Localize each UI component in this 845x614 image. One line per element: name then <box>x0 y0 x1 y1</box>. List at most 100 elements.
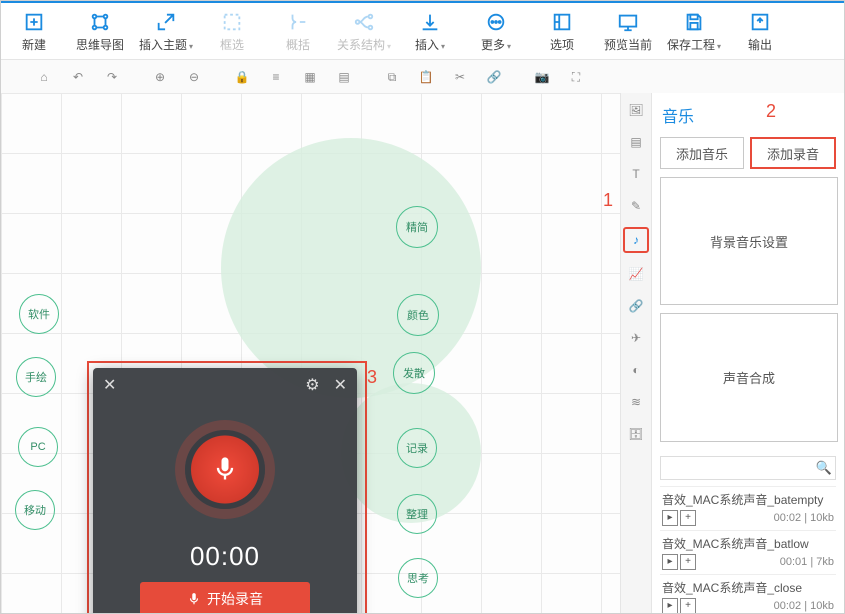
mic-icon <box>185 430 265 509</box>
home-button[interactable]: ⌂ <box>29 64 59 90</box>
paste-icon: 📋 <box>419 70 434 84</box>
mindmap-node[interactable]: 手绘 <box>16 357 56 397</box>
side-chart-tab[interactable]: 📈 <box>625 263 647 285</box>
undo-icon: ↶ <box>73 70 83 84</box>
relation-icon <box>352 10 376 34</box>
ribbon-save[interactable]: 保存工程▾ <box>661 3 727 59</box>
redo-icon: ↷ <box>107 70 117 84</box>
ribbon-new[interactable]: 新建 <box>1 3 67 59</box>
mindmap-icon <box>88 10 112 34</box>
side-music-tab[interactable]: ♪ <box>623 227 649 253</box>
recorder-timer: 00:00 <box>190 541 260 572</box>
ribbon-preview[interactable]: 预览当前 <box>595 3 661 59</box>
fullscreen-button[interactable]: ⛶ <box>561 64 591 90</box>
cut-icon: ✂ <box>455 70 465 84</box>
home-icon: ⌂ <box>40 70 47 84</box>
copy-button[interactable]: ⧉ <box>377 64 407 90</box>
lock-icon: 🔒 <box>235 70 250 84</box>
bg-music-setting-button[interactable]: 背景音乐设置 <box>660 177 838 305</box>
lock-button[interactable]: 🔒 <box>227 64 257 90</box>
canvas[interactable]: 精简颜色发散记录整理思考 软件手绘 PC 移动 ✕ ⚙ ✕ 00:00 开始录音 <box>1 93 620 613</box>
ribbon-marquee: 框选 <box>199 3 265 59</box>
grid-button[interactable]: ▦ <box>295 64 325 90</box>
side-style-tab[interactable]: ✎ <box>625 195 647 217</box>
zoom-out-button[interactable]: ⊖ <box>179 64 209 90</box>
side-text-tab[interactable]: T <box>625 163 647 185</box>
image-icon: 🖼 <box>628 103 643 117</box>
close-icon[interactable]: ✕ <box>334 375 347 395</box>
zoom-in-button[interactable]: ⊕ <box>145 64 175 90</box>
ribbon-insert2[interactable]: 插入▾ <box>397 3 463 59</box>
gear-icon[interactable]: ⚙ <box>305 375 319 395</box>
add-icon[interactable]: + <box>680 598 696 613</box>
ribbon-relation: 关系结构▾ <box>331 3 397 59</box>
sound-synth-button[interactable]: 声音合成 <box>660 313 838 441</box>
start-record-label: 开始录音 <box>207 589 263 609</box>
add-icon[interactable]: + <box>680 554 696 570</box>
mindmap-node[interactable]: 整理 <box>397 494 437 534</box>
send-icon: ✈ <box>631 331 641 345</box>
side-disc-tab[interactable]: ◐ <box>625 359 647 381</box>
style-icon: ✎ <box>631 199 641 213</box>
close-icon[interactable]: ✕ <box>103 375 116 395</box>
ribbon-summary: 概括 <box>265 3 331 59</box>
preview-icon <box>616 10 640 34</box>
sound-row[interactable]: 音效_MAC系统声音_batempty▸+00:02 | 10kb <box>660 487 836 531</box>
paste-button[interactable]: 📋 <box>411 64 441 90</box>
zoom-out-icon: ⊖ <box>189 70 199 84</box>
align-button[interactable]: ≡ <box>261 64 291 90</box>
side-image-tab[interactable]: 🖼 <box>625 99 647 121</box>
side-send-tab[interactable]: ✈ <box>625 327 647 349</box>
mindmap-node[interactable]: 发散 <box>393 352 435 394</box>
mindmap-node[interactable]: 移动 <box>15 490 55 530</box>
ribbon-mindmap[interactable]: 思维导图 <box>67 3 133 59</box>
side-link-tab[interactable]: 🔗 <box>625 295 647 317</box>
side-layers-tab[interactable]: ≋ <box>625 391 647 413</box>
layers-icon: ≋ <box>631 395 641 409</box>
mindmap-node[interactable]: PC <box>18 427 58 467</box>
link-icon: 🔗 <box>487 70 502 84</box>
add-music-button[interactable]: 添加音乐 <box>660 137 744 169</box>
undo-button[interactable]: ↶ <box>63 64 93 90</box>
sound-search-input[interactable] <box>660 456 836 480</box>
sound-row[interactable]: 音效_MAC系统声音_batlow▸+00:01 | 7kb <box>660 531 836 575</box>
redo-button[interactable]: ↷ <box>97 64 127 90</box>
ribbon-more[interactable]: 更多▾ <box>463 3 529 59</box>
side-db-tab[interactable]: 🗄 <box>625 423 647 445</box>
mindmap-node[interactable]: 软件 <box>19 294 59 334</box>
options-icon <box>550 10 574 34</box>
camera-button[interactable]: 📷 <box>527 64 557 90</box>
search-icon[interactable]: 🔍 <box>816 460 832 476</box>
layers-button[interactable]: ▤ <box>329 64 359 90</box>
mindmap-node[interactable]: 思考 <box>398 558 438 598</box>
panel-title: 音乐 <box>662 103 836 127</box>
copy-icon: ⧉ <box>388 70 397 85</box>
play-icon[interactable]: ▸ <box>662 510 678 526</box>
side-page-tab[interactable]: ▤ <box>625 131 647 153</box>
fullscreen-icon: ⛶ <box>572 70 580 85</box>
ribbon-export[interactable]: 输出 <box>727 3 793 59</box>
add-record-button[interactable]: 添加录音 <box>750 137 836 169</box>
sound-meta: 00:02 | 10kb <box>774 512 834 524</box>
add-icon[interactable]: + <box>680 510 696 526</box>
play-icon[interactable]: ▸ <box>662 598 678 613</box>
insert-icon <box>154 10 178 34</box>
save-icon <box>682 10 706 34</box>
page-icon: ▤ <box>630 135 641 149</box>
mindmap-node[interactable]: 记录 <box>397 428 437 468</box>
sound-name: 音效_MAC系统声音_close <box>662 579 834 596</box>
mindmap-node[interactable]: 颜色 <box>397 294 439 336</box>
sound-row[interactable]: 音效_MAC系统声音_close ▸+00:02 | 10kb <box>660 575 836 613</box>
camera-icon: 📷 <box>535 70 550 84</box>
sound-meta: 00:02 | 10kb <box>774 600 834 612</box>
mindmap-node[interactable]: 精简 <box>396 206 438 248</box>
chart-icon: 📈 <box>629 267 644 281</box>
link-button[interactable]: 🔗 <box>479 64 509 90</box>
ribbon-insert[interactable]: 插入主题▾ <box>133 3 199 59</box>
ribbon-options[interactable]: 选项 <box>529 3 595 59</box>
zoom-in-icon: ⊕ <box>155 70 165 84</box>
recorder-dialog: ✕ ⚙ ✕ 00:00 开始录音 ▶试听 保存 <box>93 368 357 613</box>
cut-button[interactable]: ✂ <box>445 64 475 90</box>
play-icon[interactable]: ▸ <box>662 554 678 570</box>
start-record-button[interactable]: 开始录音 <box>140 582 310 613</box>
